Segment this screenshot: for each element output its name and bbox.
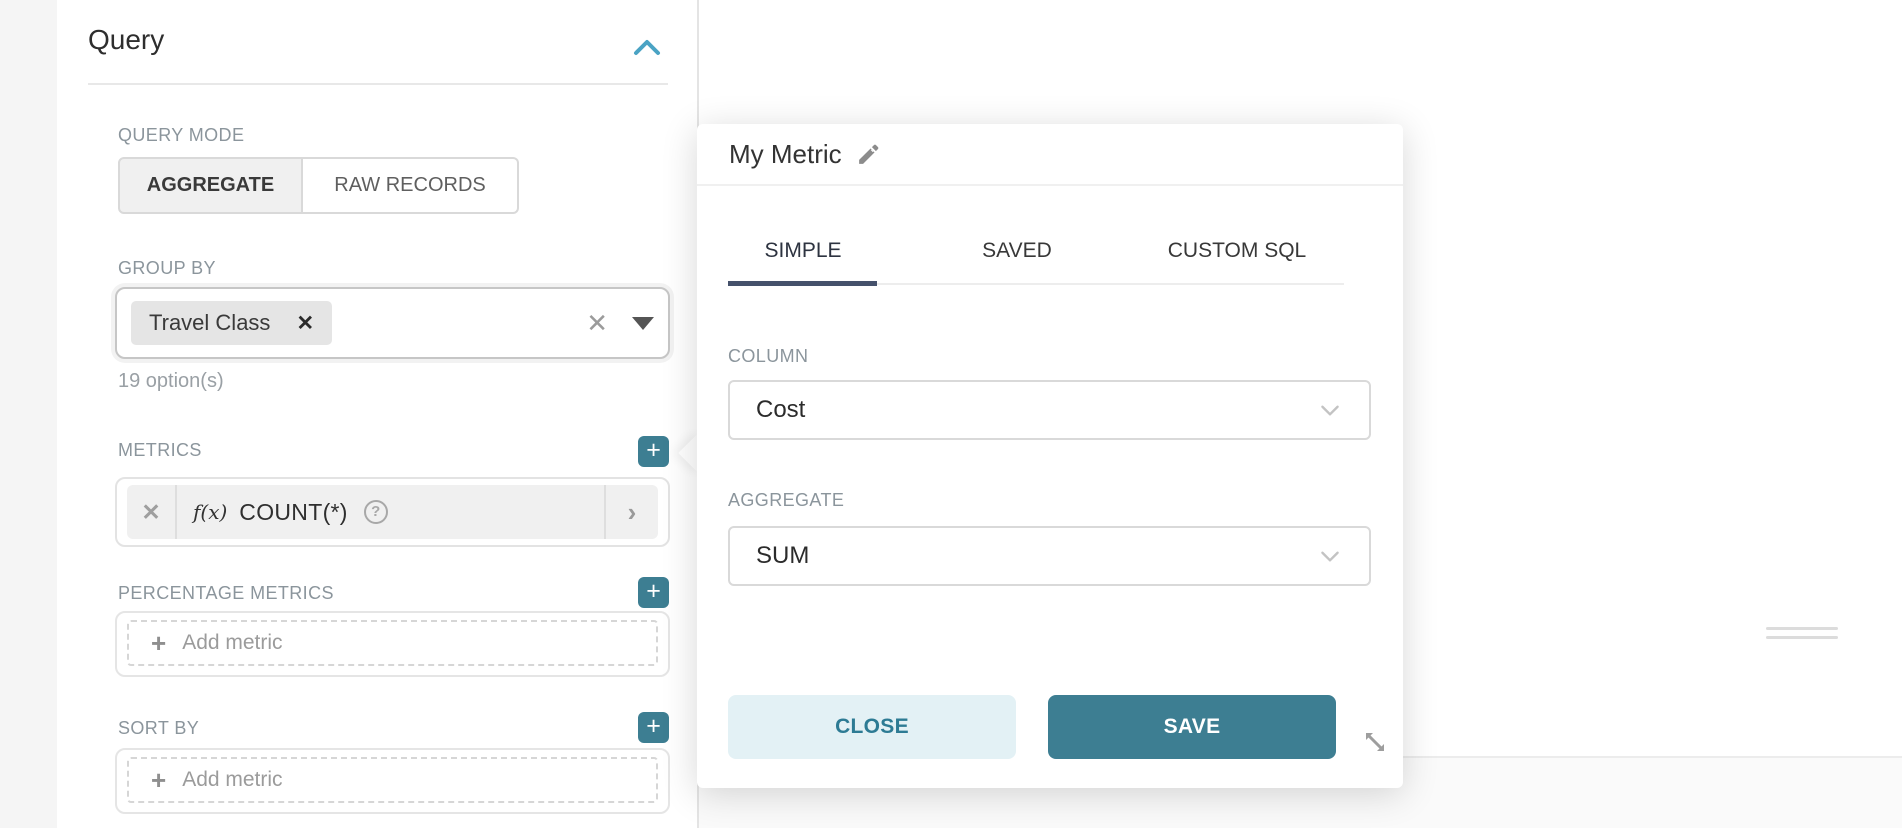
add-metric-placeholder: Add metric: [182, 768, 282, 792]
sort-by-container: + Add metric: [115, 748, 670, 814]
dropdown-arrow-icon[interactable]: [632, 317, 654, 330]
panel-resize-handle[interactable]: [1766, 627, 1838, 630]
query-section-title: Query: [88, 24, 164, 56]
close-button[interactable]: CLOSE: [728, 695, 1016, 759]
group-by-options-count: 19 option(s): [118, 370, 224, 393]
edit-pencil-icon[interactable]: [856, 142, 881, 167]
query-mode-aggregate-button[interactable]: AGGREGATE: [118, 157, 303, 214]
add-metric-button[interactable]: +: [638, 436, 669, 467]
plus-icon: +: [151, 630, 166, 656]
query-mode-raw-records-button[interactable]: RAW RECORDS: [303, 157, 519, 214]
sort-by-label: SORT BY: [118, 718, 199, 739]
aggregate-select-value: SUM: [756, 542, 809, 570]
expand-resize-icon[interactable]: [1357, 724, 1393, 760]
query-mode-label: QUERY MODE: [118, 125, 244, 146]
add-percentage-metric-dropzone[interactable]: + Add metric: [127, 620, 658, 666]
metrics-container: ✕ f(x) COUNT(*) ? ›: [115, 477, 670, 547]
aggregate-label: AGGREGATE: [728, 490, 844, 511]
percentage-metrics-label: PERCENTAGE METRICS: [118, 583, 334, 604]
metrics-label: METRICS: [118, 440, 202, 461]
column-select-value: Cost: [756, 396, 805, 424]
metric-edit-popover: My Metric SIMPLE SAVED CUSTOM SQL COLUMN…: [697, 124, 1403, 788]
metric-item[interactable]: ✕ f(x) COUNT(*) ? ›: [127, 485, 658, 539]
chevron-down-icon: [1317, 543, 1343, 569]
remove-chip-icon[interactable]: ✕: [296, 313, 314, 334]
percentage-metrics-container: + Add metric: [115, 611, 670, 677]
chevron-down-icon: [1317, 397, 1343, 423]
add-sort-by-dropzone[interactable]: + Add metric: [127, 757, 658, 803]
tab-saved[interactable]: SAVED: [982, 239, 1052, 263]
save-button[interactable]: SAVE: [1048, 695, 1336, 759]
query-mode-toggle: AGGREGATE RAW RECORDS: [118, 157, 519, 214]
add-sort-by-button[interactable]: +: [638, 712, 669, 743]
tab-custom-sql[interactable]: CUSTOM SQL: [1168, 239, 1306, 263]
clear-select-icon[interactable]: ✕: [586, 310, 608, 336]
function-icon: f(x): [193, 500, 227, 524]
add-metric-placeholder: Add metric: [182, 631, 282, 655]
help-icon: ?: [364, 500, 388, 524]
aggregate-select[interactable]: SUM: [728, 526, 1371, 586]
chevron-right-icon[interactable]: ›: [606, 497, 658, 528]
active-tab-underline: [728, 281, 877, 286]
group-by-label: GROUP BY: [118, 258, 216, 279]
plus-icon: +: [151, 767, 166, 793]
column-select[interactable]: Cost: [728, 380, 1371, 440]
metric-title: My Metric: [729, 139, 842, 170]
section-title-divider: [88, 83, 668, 85]
panel-resize-handle[interactable]: [1766, 636, 1838, 639]
group-by-chip[interactable]: Travel Class ✕: [131, 301, 332, 345]
column-label: COLUMN: [728, 346, 808, 367]
divider: [175, 485, 177, 539]
left-gutter: [0, 0, 57, 828]
group-by-chip-label: Travel Class: [149, 310, 270, 336]
metric-name: COUNT(*): [239, 499, 347, 526]
popover-header: My Metric: [697, 124, 1403, 186]
group-by-select[interactable]: Travel Class ✕ ✕: [115, 287, 670, 359]
tab-simple[interactable]: SIMPLE: [764, 239, 841, 263]
remove-metric-icon[interactable]: ✕: [127, 499, 175, 526]
chevron-up-icon: [630, 34, 664, 62]
add-percentage-metric-button[interactable]: +: [638, 577, 669, 608]
collapse-section-button[interactable]: [630, 34, 664, 62]
